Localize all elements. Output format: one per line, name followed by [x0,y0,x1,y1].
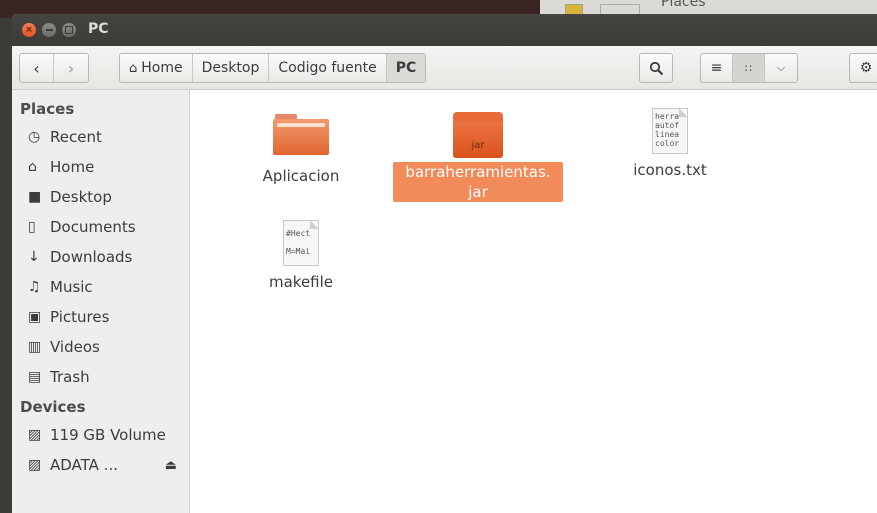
download-icon: ↓ [28,249,40,265]
close-window-button[interactable]: × [22,23,36,37]
breadcrumb-pc[interactable]: PC [386,54,426,82]
breadcrumb-desktop[interactable]: Desktop [193,54,270,82]
breadcrumb: ⌂ Home Desktop Codigo fuente PC [119,53,427,83]
gear-icon: ⚙ [859,60,873,76]
view-options-button[interactable]: ⌵ [765,54,797,82]
places-heading: Places [20,100,75,118]
chevron-right-icon: › [67,58,75,78]
breadcrumb-home[interactable]: ⌂ Home [120,54,193,82]
back-button[interactable]: ‹ [20,54,54,82]
view-buttons: ≡ ∷ ⌵ [700,53,798,83]
sidebar-item-desktop[interactable]: ■ Desktop [12,182,189,212]
clock-icon: ◷ [28,129,41,145]
sidebar-item-videos[interactable]: ▥ Videos [12,332,189,362]
background-window-title: Places [661,0,706,10]
document-icon: ▯ [28,219,36,235]
settings-button-group: ⚙ [849,53,877,83]
devices-heading: Devices [20,398,86,416]
navigation-buttons: ‹ › [19,53,89,83]
file-item-makefile[interactable]: #Hect M=Mai makefile [246,220,356,292]
list-view-button[interactable]: ≡ [701,54,733,82]
file-name: barraherramientas. jar [393,162,563,202]
sidebar-item-home[interactable]: ⌂ Home [12,152,189,182]
sidebar: Places ◷ Recent ⌂ Home ■ Desktop ▯ Docum… [12,90,190,513]
home-icon: ⌂ [28,159,37,175]
file-name: Aplicacion [262,167,340,185]
sidebar-item-trash[interactable]: ▤ Trash [12,362,189,392]
home-icon: ⌂ [129,60,138,76]
text-file-icon: herra autof linea color [652,108,688,154]
sidebar-item-downloads[interactable]: ↓ Downloads [12,242,189,272]
file-name: iconos.txt [633,161,707,179]
drive-icon: ▨ [28,427,42,443]
eject-icon[interactable]: ⏏ [165,458,177,473]
maximize-window-button[interactable] [62,23,76,37]
file-manager-window: × PC ‹ › ⌂ Home Desktop Codigo fuente PC [12,14,877,513]
search-button-group [639,53,673,83]
sidebar-item-documents[interactable]: ▯ Documents [12,212,189,242]
grid-view-button[interactable]: ∷ [733,54,765,82]
chevron-left-icon: ‹ [33,58,40,78]
minimize-window-button[interactable] [42,23,56,37]
window-title: PC [88,21,109,37]
drive-icon: ▨ [28,457,42,473]
trash-icon: ▤ [28,369,42,385]
chevron-down-icon: ⌵ [776,61,786,74]
sidebar-item-pictures[interactable]: ▣ Pictures [12,302,189,332]
toolbar: ‹ › ⌂ Home Desktop Codigo fuente PC ≡ ∷ … [12,46,877,90]
jar-icon: jar [453,112,503,158]
content-area: Places ◷ Recent ⌂ Home ■ Desktop ▯ Docum… [12,90,877,513]
search-icon [649,61,663,75]
sidebar-item-119gb-volume[interactable]: ▨ 119 GB Volume [12,420,189,450]
sidebar-item-adata[interactable]: ▨ ADATA ... ⏏ [12,450,189,480]
forward-button[interactable]: › [54,54,88,82]
camera-icon: ▣ [28,309,42,325]
list-icon: ≡ [710,60,723,76]
search-button[interactable] [640,54,672,82]
file-view[interactable]: Aplicacion jar barraherramientas. jar he… [190,90,877,513]
file-item-iconos-txt[interactable]: herra autof linea color iconos.txt [615,108,725,180]
music-icon: ♫ [28,279,41,295]
film-icon: ▥ [28,339,42,355]
sidebar-item-music[interactable]: ♫ Music [12,272,189,302]
settings-button[interactable]: ⚙ [850,54,877,82]
breadcrumb-codigo-fuente[interactable]: Codigo fuente [269,54,387,82]
sidebar-item-recent[interactable]: ◷ Recent [12,122,189,152]
file-name: makefile [268,273,334,291]
title-bar[interactable]: × PC [12,14,877,46]
file-item-barraherramientas-jar[interactable]: jar barraherramientas. jar [393,112,563,202]
grid-icon: ∷ [745,61,752,75]
folder-icon [273,114,329,158]
folder-icon: ■ [28,189,42,205]
text-file-icon: #Hect M=Mai [283,220,319,266]
file-item-aplicacion[interactable]: Aplicacion [246,114,356,186]
